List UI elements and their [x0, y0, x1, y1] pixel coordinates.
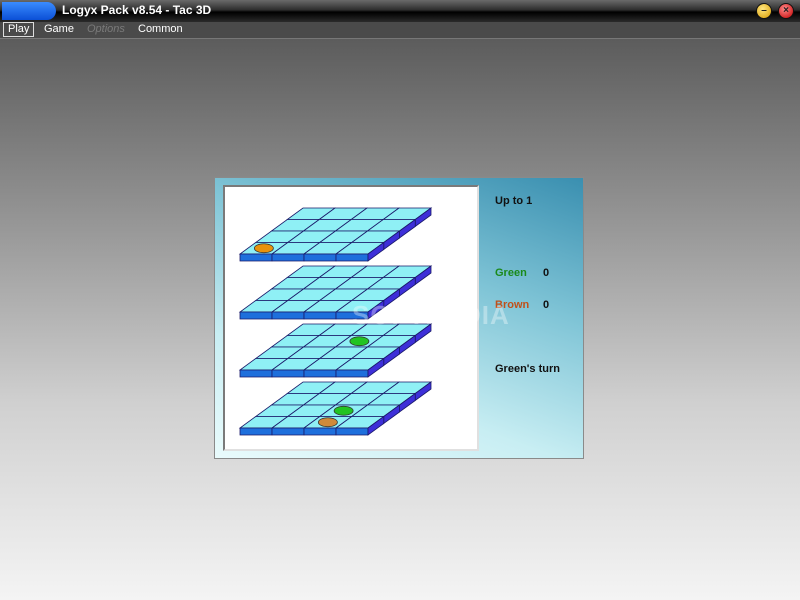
close-button[interactable]: ×: [778, 3, 794, 19]
board-front-edge[interactable]: [239, 427, 273, 436]
player-brown-score: 0: [543, 299, 550, 311]
minimize-icon: –: [761, 5, 767, 16]
turn-indicator: Green's turn: [495, 363, 560, 375]
board-front-edge[interactable]: [271, 427, 305, 436]
board-front-edge[interactable]: [271, 369, 305, 378]
board-front-edge[interactable]: [303, 369, 337, 378]
board-front-edge[interactable]: [303, 253, 337, 262]
window-title: Logyx Pack v8.54 - Tac 3D: [62, 3, 212, 17]
board-front-edge[interactable]: [335, 253, 369, 262]
board-front-edge[interactable]: [335, 427, 369, 436]
menu-options: Options: [87, 23, 125, 35]
board-front-edge[interactable]: [271, 311, 305, 320]
watermark: SOFTPEDIA: [352, 300, 510, 330]
game-piece: [333, 405, 354, 416]
title-bar: Logyx Pack v8.54 - Tac 3D – ×: [0, 0, 800, 22]
player-green-name: Green: [495, 267, 527, 279]
board-front-edge[interactable]: [303, 427, 337, 436]
board-front-edge[interactable]: [239, 311, 273, 320]
close-icon: ×: [783, 5, 789, 16]
board-front-edge[interactable]: [239, 253, 273, 262]
app-icon[interactable]: [2, 2, 56, 20]
player-green-score: 0: [543, 267, 550, 279]
menu-game[interactable]: Game: [40, 22, 78, 37]
menu-common[interactable]: Common: [134, 22, 187, 37]
menu-bar: Play Game Options Common: [0, 22, 800, 39]
game-piece: [349, 336, 370, 347]
game-piece: [317, 417, 338, 428]
game-piece: [253, 243, 274, 254]
menu-play[interactable]: Play: [3, 22, 35, 37]
board-front-edge[interactable]: [303, 311, 337, 320]
board-front-edge[interactable]: [239, 369, 273, 378]
board-front-edge[interactable]: [335, 369, 369, 378]
target-label: Up to 1: [495, 195, 533, 207]
minimize-button[interactable]: –: [756, 3, 772, 19]
board-front-edge[interactable]: [271, 253, 305, 262]
